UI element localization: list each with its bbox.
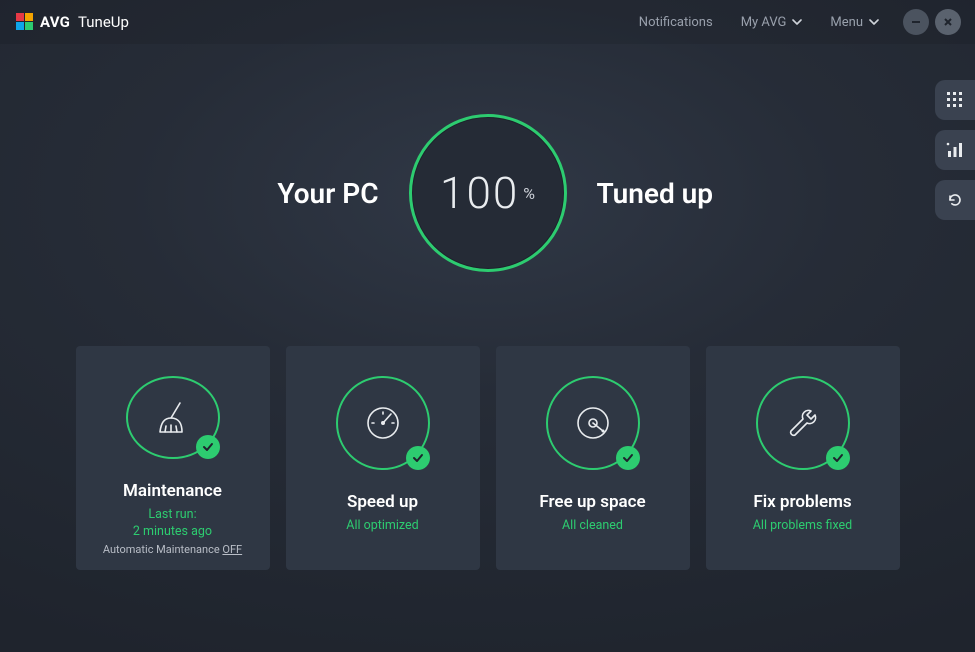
chevron-down-icon [792,17,802,27]
card-fix-problems[interactable]: Fix problems All problems fixed [706,346,900,570]
app-logo: AVG TuneUp [16,13,129,31]
close-icon [942,16,954,28]
check-badge [616,446,640,470]
card-free-up-space[interactable]: Free up space All cleaned [496,346,690,570]
check-badge [196,435,220,459]
undo-icon [946,191,964,209]
card-title: Free up space [539,492,645,512]
card-sub: 2 minutes ago [133,524,212,539]
card-icon-ring [126,376,220,459]
card-title: Speed up [347,492,418,512]
side-dock [935,80,975,220]
header-links: Notifications My AVG Menu [639,15,879,30]
speedometer-icon [361,401,405,445]
check-icon [412,452,424,464]
apps-grid-icon [946,91,964,109]
check-badge [406,446,430,470]
check-icon [832,452,844,464]
main-menu[interactable]: Menu [830,15,879,30]
card-icon-ring [546,376,640,470]
hero-left-text: Your PC [239,177,379,210]
dock-undo-button[interactable] [935,180,975,220]
dock-stats-button[interactable] [935,130,975,170]
product-name: TuneUp [78,13,129,31]
card-title: Maintenance [123,481,222,501]
notifications-link[interactable]: Notifications [639,15,713,30]
gauge-percent: % [523,184,535,203]
dock-apps-button[interactable] [935,80,975,120]
card-icon-ring [336,376,430,470]
card-icon-ring [756,376,850,470]
card-status: All cleaned [562,518,623,533]
close-button[interactable] [935,9,961,35]
hard-drive-icon [571,401,615,445]
auto-maint-toggle[interactable]: OFF [222,543,242,556]
cards-row: Maintenance Last run: 2 minutes ago Auto… [0,346,975,570]
chevron-down-icon [869,17,879,27]
card-status: All optimized [346,518,418,533]
card-speed-up[interactable]: Speed up All optimized [286,346,480,570]
auto-maint-label: Automatic Maintenance [103,543,223,556]
menu-label: Menu [830,15,863,30]
app-header: AVG TuneUp Notifications My AVG Menu [0,0,975,44]
brand-name: AVG [40,13,70,31]
my-avg-label: My AVG [741,15,787,30]
hero-status: Your PC 100 % Tuned up [0,114,975,272]
minimize-button[interactable] [903,9,929,35]
card-title: Fix problems [753,492,851,512]
check-icon [202,441,214,453]
minimize-icon [910,16,922,28]
bar-chart-icon [946,141,964,159]
broom-icon [151,396,195,440]
check-icon [622,452,634,464]
card-maintenance[interactable]: Maintenance Last run: 2 minutes ago Auto… [76,346,270,570]
card-sub2: Automatic Maintenance OFF [103,543,242,556]
tuneup-gauge: 100 % [409,114,567,272]
my-avg-menu[interactable]: My AVG [741,15,803,30]
gauge-value: 100 [440,167,519,219]
card-status: All problems fixed [753,518,852,533]
wrench-icon [781,401,825,445]
avg-logo-icon [16,13,34,31]
card-status: Last run: [148,507,196,522]
hero-right-text: Tuned up [597,177,737,210]
check-badge [826,446,850,470]
